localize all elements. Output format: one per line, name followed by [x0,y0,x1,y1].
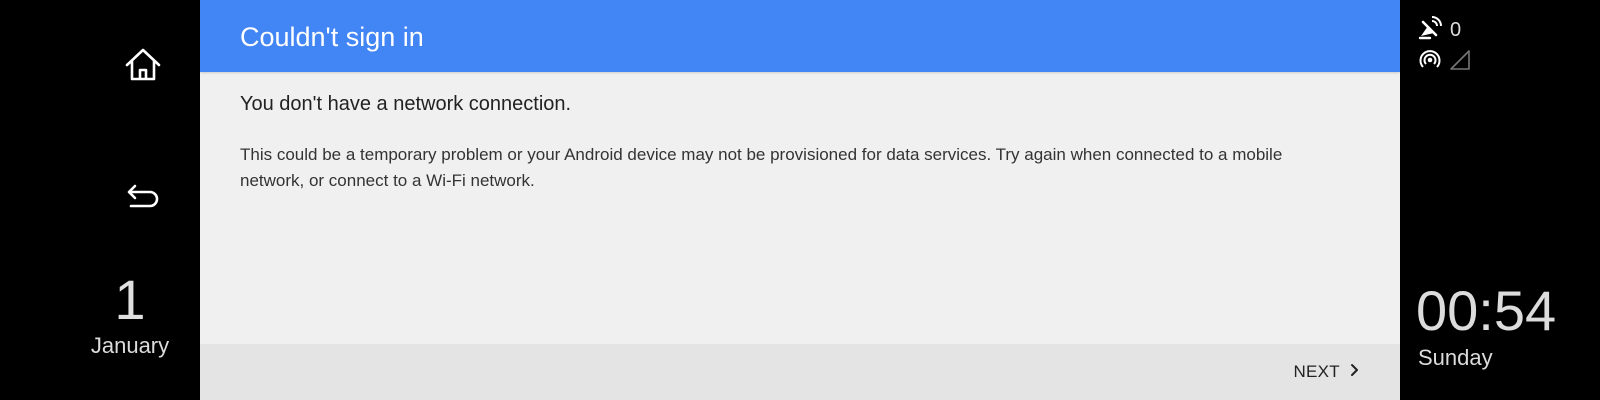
next-button[interactable]: NEXT [1293,358,1362,386]
dialog-title: Couldn't sign in [240,22,424,52]
date-month: January [90,333,170,358]
next-label: NEXT [1293,362,1340,381]
dialog-footer: NEXT [200,344,1400,400]
satellite-icon [1418,14,1444,45]
left-nav-rail: 1 January [0,0,200,400]
dialog-header: Couldn't sign in [200,0,1400,72]
clock-time: 00:54 [1416,279,1557,342]
cell-signal-icon [1448,48,1472,77]
date-day: 1 [114,268,146,331]
error-message: You don't have a network connection. [240,93,572,115]
back-icon [123,175,163,220]
date-display: 1 January [78,270,182,360]
home-icon [123,45,163,90]
satellite-count: 0 [1450,18,1462,41]
chevron-right-icon [1348,362,1362,383]
sign-in-dialog: Couldn't sign in You don't have a networ… [200,0,1400,400]
connectivity-status [1418,48,1472,77]
status-rail: 0 00:54 Sunday [1400,0,1600,400]
home-button[interactable] [110,34,176,100]
back-button[interactable] [110,164,176,230]
clock-weekday: Sunday [1418,345,1493,370]
hotspot-icon [1418,48,1442,77]
error-details: This could be a temporary problem or you… [240,145,1283,190]
satellite-status: 0 [1418,14,1461,45]
